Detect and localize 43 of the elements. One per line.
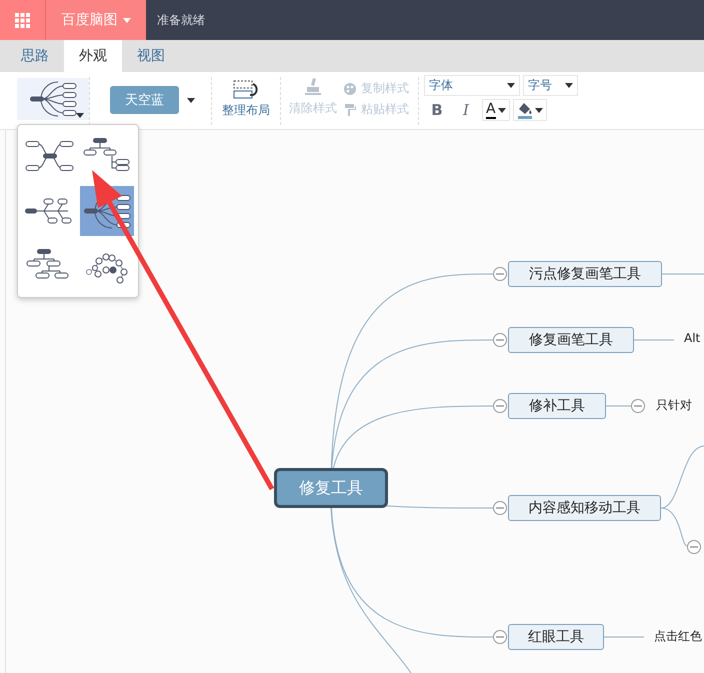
collapse-icon[interactable] [687,540,701,554]
arrange-icon [233,80,259,100]
italic-button[interactable]: I [453,99,479,121]
node-text: 只针对 [656,397,692,414]
branch-node[interactable]: 内容感知移动工具 [508,495,661,521]
collapse-icon[interactable] [493,333,507,347]
font-size-select[interactable]: 字号 [523,75,578,96]
paint-bucket-icon [516,102,533,118]
fill-color-button[interactable] [512,99,547,121]
broom-icon [303,78,323,96]
tab[interactable]: 视图 [122,40,180,72]
caret-icon [507,83,515,88]
connector-line [604,636,644,638]
root-node[interactable]: 修复工具 [274,468,388,508]
palette-icon [343,82,357,96]
collapse-icon[interactable] [493,501,507,515]
tab[interactable]: 思路 [6,40,64,72]
caret-icon [565,83,573,88]
collapse-icon[interactable] [493,630,507,644]
bold-button[interactable]: B [424,99,450,121]
font-color-button[interactable]: A [482,99,510,121]
collapse-icon[interactable] [493,267,507,281]
collapse-icon[interactable] [631,399,645,413]
node-text: Alt [684,331,700,345]
caret-icon [534,108,543,112]
caret-icon [122,18,130,22]
caret-icon [187,98,195,102]
branch-node[interactable]: 修复画笔工具 [508,327,634,353]
tab[interactable]: 外观 [64,40,122,72]
branch-node[interactable]: 红眼工具 [508,624,604,650]
caret-icon [498,108,506,112]
font-select[interactable]: 字体 [424,75,520,96]
node-text: 点击红色 [654,628,702,645]
branch-node[interactable]: 污点修复画笔工具 [508,261,662,287]
theme-button[interactable]: 天空蓝 [110,86,179,114]
branch-node[interactable]: 修补工具 [508,393,606,419]
layout-icon [28,79,78,119]
collapse-icon[interactable] [493,399,507,413]
arrange-layout-button[interactable]: 整理布局 [222,80,270,119]
paint-roller-icon [343,102,357,116]
layout-button[interactable] [17,78,89,120]
status-text: 准备就绪 [156,12,205,28]
caret-icon [76,113,84,118]
